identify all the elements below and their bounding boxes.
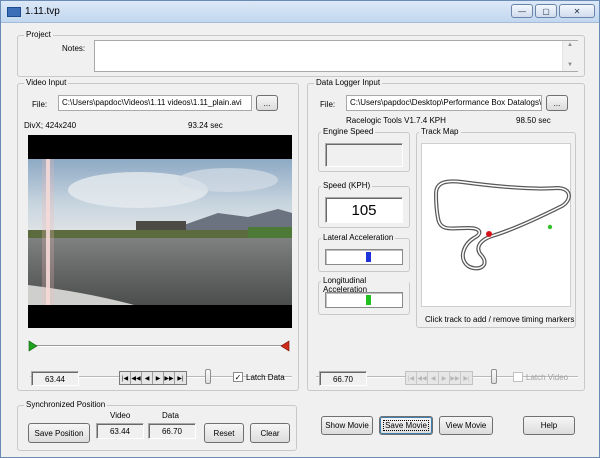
data-browse-button[interactable]: ...	[546, 95, 568, 111]
video-range-track[interactable]	[32, 345, 288, 347]
engine-speed-group: Engine Speed	[318, 127, 410, 172]
video-duration: 93.24 sec	[188, 121, 223, 130]
track-map-canvas[interactable]	[421, 143, 571, 307]
reset-button[interactable]: Reset	[204, 423, 244, 443]
scroll-up-icon[interactable]: ▲	[567, 42, 573, 48]
title-bar[interactable]: 1.11.tvp — ▢ ✕	[1, 1, 599, 23]
data-transport-controls: |◀ ◀◀ ◀ ▶ ▶▶ ▶|	[405, 371, 473, 385]
app-icon	[7, 7, 21, 17]
skip-end-icon[interactable]: ▶|	[175, 372, 186, 384]
project-legend: Project	[24, 30, 53, 39]
close-icon: ✕	[573, 6, 581, 16]
client-area: Project Notes: ▲ ▼ Video Input File: C:\…	[1, 23, 599, 457]
video-codec-info: DivX; 424x240	[24, 121, 77, 130]
track-map-label: Track Map	[419, 127, 461, 136]
latch-video-checkbox[interactable]: Latch Video	[513, 372, 568, 382]
track-map-group: Track Map Click track to add / remove ti…	[416, 127, 576, 328]
video-file-label: File:	[32, 100, 48, 109]
view-movie-button[interactable]: View Movie	[439, 416, 493, 435]
video-start-marker[interactable]	[28, 340, 38, 352]
project-group: Project Notes: ▲ ▼	[17, 30, 585, 77]
sync-data-header: Data	[162, 411, 179, 420]
data-logger-legend: Data Logger Input	[314, 78, 383, 87]
latch-video-label: Latch Video	[526, 372, 569, 382]
minimize-icon: —	[518, 6, 526, 16]
notes-field[interactable]	[94, 40, 578, 72]
main-window: 1.11.tvp — ▢ ✕ Project Notes: ▲ ▼ Video …	[0, 0, 600, 458]
video-input-legend: Video Input	[24, 78, 69, 87]
step-back-icon[interactable]: ◀◀	[417, 372, 428, 384]
data-file-label: File:	[320, 100, 336, 109]
speed-group: Speed (KPH) 105	[318, 181, 410, 228]
save-position-button[interactable]: Save Position	[28, 423, 90, 443]
skip-start-icon[interactable]: |◀	[406, 372, 417, 384]
maximize-icon: ▢	[542, 6, 550, 16]
fast-forward-icon[interactable]: ▶▶	[164, 372, 175, 384]
video-position-readout: 63.44	[31, 371, 79, 386]
window-title: 1.11.tvp	[25, 6, 60, 17]
sync-position-legend: Synchronized Position	[24, 400, 108, 409]
notes-scrollbar[interactable]: ▲ ▼	[562, 41, 578, 71]
clear-button[interactable]: Clear	[250, 423, 290, 443]
engine-speed-label: Engine Speed	[321, 127, 376, 136]
latch-data-label: Latch Data	[246, 372, 285, 382]
video-end-marker[interactable]	[280, 340, 290, 352]
video-scene	[28, 135, 292, 328]
track-marker-current[interactable]	[486, 231, 492, 237]
data-duration: 98.50 sec	[516, 116, 551, 125]
video-file-path[interactable]: C:\Users\papdoc\Videos\1.11 videos\1.11_…	[58, 95, 252, 111]
latch-data-box[interactable]: ✓	[233, 372, 243, 382]
data-file-path[interactable]: C:\Users\papdoc\Desktop\Performance Box …	[346, 95, 542, 111]
video-browse-button[interactable]: ...	[256, 95, 278, 111]
rewind-icon[interactable]: ◀	[142, 372, 153, 384]
video-transport-controls: |◀ ◀◀ ◀ ▶ ▶▶ ▶|	[119, 371, 187, 385]
video-position-thumb[interactable]	[205, 369, 212, 384]
lateral-acceleration-indicator	[365, 252, 371, 262]
engine-speed-value	[325, 143, 403, 167]
data-position-thumb[interactable]	[491, 369, 498, 384]
lateral-acceleration-label: Lateral Acceleration	[321, 233, 396, 242]
sync-position-group: Synchronized Position Video Data Save Po…	[17, 400, 297, 451]
save-movie-button[interactable]: Save Movie	[379, 416, 433, 435]
video-input-group: Video Input File: C:\Users\papdoc\Videos…	[17, 78, 299, 391]
play-icon[interactable]: ▶	[153, 372, 164, 384]
minimize-button[interactable]: —	[511, 4, 533, 18]
scroll-down-icon[interactable]: ▼	[567, 62, 573, 68]
data-logger-group: Data Logger Input File: C:\Users\papdoc\…	[307, 78, 585, 391]
sync-video-header: Video	[110, 411, 131, 420]
longitudinal-acceleration-group: Longitudinal Acceleration	[318, 276, 410, 315]
longitudinal-acceleration-gauge	[325, 292, 403, 308]
lateral-acceleration-gauge	[325, 249, 403, 265]
speed-value: 105	[325, 197, 403, 223]
latch-data-checkbox[interactable]: ✓ Latch Data	[233, 372, 285, 382]
sync-video-value: 63.44	[96, 423, 144, 439]
data-source-info: Racelogic Tools V1.7.4 KPH	[346, 116, 446, 125]
play-icon[interactable]: ▶	[439, 372, 450, 384]
step-back-icon[interactable]: ◀◀	[131, 372, 142, 384]
speed-label: Speed (KPH)	[321, 181, 373, 190]
lateral-acceleration-group: Lateral Acceleration	[318, 233, 410, 272]
help-button[interactable]: Help	[523, 416, 575, 435]
latch-video-box[interactable]	[513, 372, 523, 382]
track-map-drawing	[434, 179, 571, 271]
data-position-readout: 66.70	[319, 371, 367, 386]
video-frame	[28, 135, 292, 328]
track-marker-timing[interactable]	[547, 224, 553, 230]
sync-data-value: 66.70	[148, 423, 196, 439]
skip-start-icon[interactable]: |◀	[120, 372, 131, 384]
close-button[interactable]: ✕	[559, 4, 595, 18]
maximize-button[interactable]: ▢	[535, 4, 557, 18]
track-map-hint: Click track to add / remove timing marke…	[425, 315, 575, 324]
show-movie-button[interactable]: Show Movie	[321, 416, 373, 435]
notes-label: Notes:	[62, 44, 86, 53]
skip-end-icon[interactable]: ▶|	[461, 372, 472, 384]
fast-forward-icon[interactable]: ▶▶	[450, 372, 461, 384]
longitudinal-acceleration-indicator	[365, 295, 371, 305]
rewind-icon[interactable]: ◀	[428, 372, 439, 384]
